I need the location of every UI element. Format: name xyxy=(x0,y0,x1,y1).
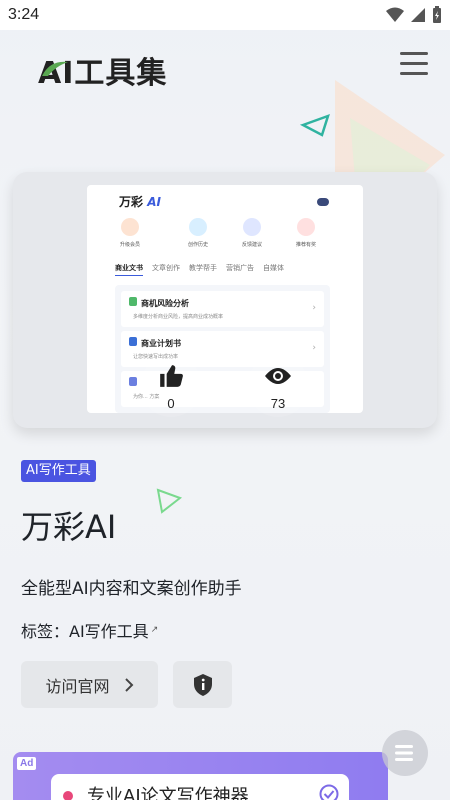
preview-quick-label: 创作历史 xyxy=(187,242,208,248)
shield-info-icon xyxy=(193,673,212,696)
leaf-icon xyxy=(42,61,68,76)
status-icons xyxy=(386,6,442,24)
wifi-icon xyxy=(386,7,404,22)
ad-label: Ad xyxy=(17,757,37,770)
preview-item-title: 商机风险分析 xyxy=(141,299,189,308)
preview-item-title: 商业计划书 xyxy=(141,339,181,348)
preview-quick-item: 推荐有奖 xyxy=(281,218,331,248)
visit-website-label: 访问官网 xyxy=(45,676,110,696)
preview-quick-label: 反馈建议 xyxy=(241,242,262,248)
thumbs-up-icon xyxy=(160,365,183,387)
preview-card[interactable]: 万彩 AI 升级会员 创作历史 反馈建议 推荐有奖 商业文书 文章创作 教学帮手… xyxy=(13,172,437,428)
tool-name: 万彩AI xyxy=(21,508,117,546)
list-icon xyxy=(395,745,413,761)
preview-quick-item: 升级会员 xyxy=(105,218,155,248)
shield-check-icon xyxy=(129,297,137,306)
view-count-badge: 73 xyxy=(247,355,309,417)
menu-bar xyxy=(400,72,428,75)
ad-content: 专业AI论文写作神器 xyxy=(51,774,349,800)
preview-quick-item: 反馈建议 xyxy=(227,218,277,248)
smile-icon xyxy=(243,218,261,236)
preview-brand-name: 万彩 xyxy=(119,195,144,209)
preview-tab: 商业文书 xyxy=(115,263,143,276)
preview-tab: 自媒体 xyxy=(263,264,284,272)
visit-website-button[interactable]: 访问官网 xyxy=(21,661,158,708)
preview-quick-label: 升级会员 xyxy=(119,242,140,248)
check-circle-icon xyxy=(319,784,339,800)
tag-link[interactable]: AI写作工具 xyxy=(69,618,149,642)
preview-brand-mark: AI xyxy=(147,195,161,209)
menu-bar xyxy=(400,52,428,55)
preview-tab: 教学帮手 xyxy=(189,264,217,272)
heart-icon xyxy=(121,218,139,236)
status-time: 3:24 xyxy=(8,6,40,23)
tags-row: 标签： AI写作工具 ↗ xyxy=(21,618,158,642)
menu-button[interactable] xyxy=(400,52,428,78)
tool-description: 全能型AI内容和文案创作助手 xyxy=(21,579,242,599)
ticket-icon xyxy=(297,218,315,236)
tags-label: 标签： xyxy=(21,622,70,641)
menu-bar xyxy=(400,62,428,65)
chevron-right-icon: › xyxy=(312,343,316,353)
preview-list-item: 商机风险分析 多维度分析商业风险，提高商业成功概率 › xyxy=(121,291,324,327)
ad-banner[interactable]: Ad 专业AI论文写作神器 xyxy=(13,752,388,800)
site-logo[interactable]: AI工具集 xyxy=(38,48,167,91)
preview-tabs: 商业文书 文章创作 教学帮手 营销广告 自媒体 xyxy=(115,263,284,276)
external-link-icon: ↗ xyxy=(150,625,159,635)
battery-icon xyxy=(433,6,441,23)
preview-quick-item: 创作历史 xyxy=(173,218,223,248)
like-button[interactable]: 0 xyxy=(140,355,202,417)
preview-tab: 营销广告 xyxy=(226,264,254,272)
eye-icon xyxy=(265,368,291,384)
category-tag[interactable]: AI写作工具 xyxy=(21,460,96,482)
status-bar: 3:24 xyxy=(0,0,450,30)
ad-text: 专业AI论文写作神器 xyxy=(87,786,249,800)
preview-item-desc: 多维度分析商业风险，提高商业成功概率 xyxy=(133,314,224,320)
chevron-right-icon xyxy=(124,677,133,692)
preview-tab: 文章创作 xyxy=(152,264,180,272)
chevron-right-icon: › xyxy=(312,303,316,313)
preview-screenshot: 万彩 AI 升级会员 创作历史 反馈建议 推荐有奖 商业文书 文章创作 教学帮手… xyxy=(87,185,363,413)
pen-icon xyxy=(129,377,137,386)
document-icon xyxy=(129,337,137,346)
ad-dot-icon xyxy=(63,791,73,800)
preview-toggle-icon xyxy=(317,198,329,206)
like-count: 0 xyxy=(167,396,175,411)
gift-icon xyxy=(189,218,207,236)
preview-brand: 万彩 AI xyxy=(119,193,161,210)
safety-info-button[interactable] xyxy=(173,661,232,708)
preview-quick-label: 推荐有奖 xyxy=(295,242,316,248)
view-count: 73 xyxy=(270,396,286,411)
floating-menu-button[interactable] xyxy=(382,730,428,776)
signal-icon xyxy=(411,8,425,22)
